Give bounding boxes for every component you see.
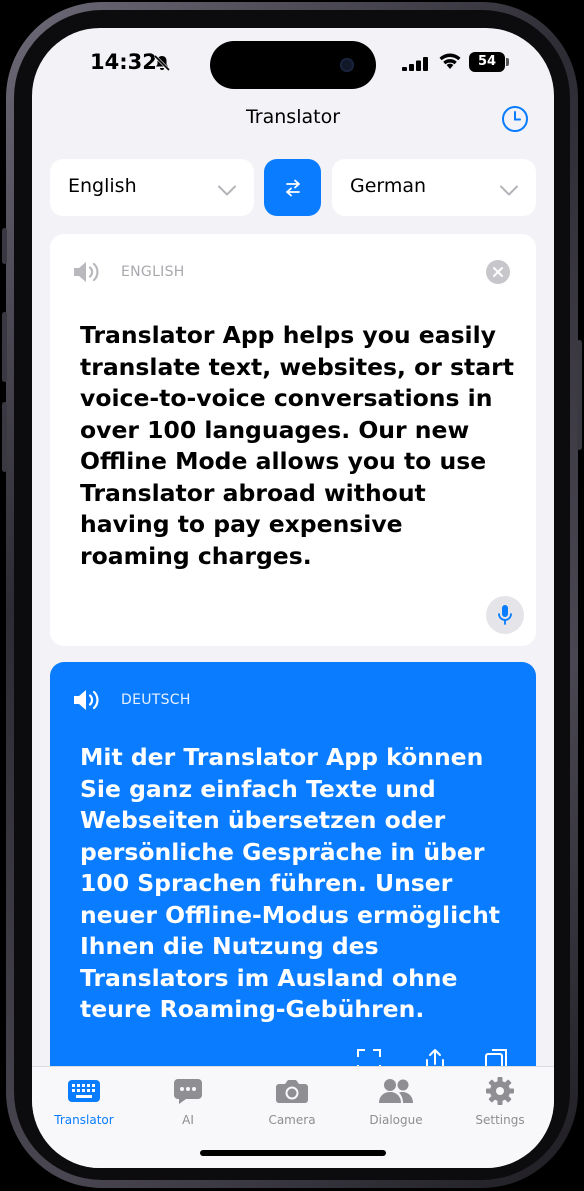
volume-up-button bbox=[2, 312, 7, 382]
tab-camera[interactable]: Camera bbox=[240, 1075, 344, 1127]
tab-label: AI bbox=[182, 1113, 194, 1127]
source-language-selector[interactable]: English bbox=[50, 159, 254, 216]
tab-ai[interactable]: AI bbox=[136, 1075, 240, 1127]
cellular-signal-icon bbox=[402, 56, 430, 75]
translation-card: DEUTSCH Mit der Translator App können Si… bbox=[50, 662, 536, 1092]
target-language-tag: DEUTSCH bbox=[121, 692, 191, 708]
swap-arrows-icon bbox=[285, 179, 300, 196]
status-time: 14:32 bbox=[90, 50, 157, 74]
dynamic-island bbox=[210, 41, 376, 89]
history-icon[interactable] bbox=[500, 104, 530, 138]
front-camera bbox=[340, 58, 354, 72]
volume-down-button bbox=[2, 402, 7, 472]
swap-languages-button[interactable] bbox=[264, 159, 321, 216]
tab-label: Settings bbox=[475, 1113, 525, 1127]
app-screen: 14:32 54 Translator English German ENGLI… bbox=[32, 28, 554, 1168]
source-text-card: ENGLISH Translator App helps you easily … bbox=[50, 234, 536, 646]
tab-settings[interactable]: Settings bbox=[448, 1075, 552, 1127]
microphone-button[interactable] bbox=[486, 596, 524, 634]
bell-slash-icon bbox=[153, 54, 171, 76]
translated-text[interactable]: Mit der Translator App können Sie ganz e… bbox=[80, 742, 526, 1026]
page-title: Translator bbox=[245, 106, 341, 128]
source-text[interactable]: Translator App helps you easily translat… bbox=[80, 320, 520, 572]
battery-indicator: 54 bbox=[469, 52, 505, 72]
people-icon bbox=[344, 1075, 448, 1107]
tab-label: Translator bbox=[54, 1113, 114, 1127]
wifi-icon bbox=[438, 52, 462, 74]
microphone-icon bbox=[498, 605, 512, 625]
chevron-down-icon bbox=[500, 181, 518, 200]
source-language-tag: ENGLISH bbox=[121, 264, 185, 280]
chevron-down-icon bbox=[218, 181, 236, 200]
home-indicator[interactable] bbox=[200, 1150, 386, 1156]
keyboard-icon bbox=[32, 1075, 136, 1107]
battery-tip bbox=[506, 58, 509, 66]
tab-label: Camera bbox=[268, 1113, 316, 1127]
power-button bbox=[577, 340, 582, 450]
speaker-icon[interactable] bbox=[72, 688, 104, 716]
close-icon bbox=[493, 267, 503, 277]
tab-translator[interactable]: Translator bbox=[32, 1075, 136, 1127]
target-language-selector[interactable]: German bbox=[332, 159, 536, 216]
mute-switch bbox=[2, 228, 7, 264]
target-language-label: German bbox=[350, 175, 427, 197]
speaker-icon[interactable] bbox=[72, 260, 104, 288]
source-language-label: English bbox=[68, 175, 137, 197]
tab-label: Dialogue bbox=[369, 1113, 423, 1127]
camera-icon bbox=[240, 1075, 344, 1107]
chat-bubble-icon bbox=[136, 1075, 240, 1107]
status-bar: 14:32 54 bbox=[32, 28, 554, 100]
tab-dialogue[interactable]: Dialogue bbox=[344, 1075, 448, 1127]
clear-text-button[interactable] bbox=[486, 260, 510, 284]
gear-icon bbox=[448, 1075, 552, 1107]
